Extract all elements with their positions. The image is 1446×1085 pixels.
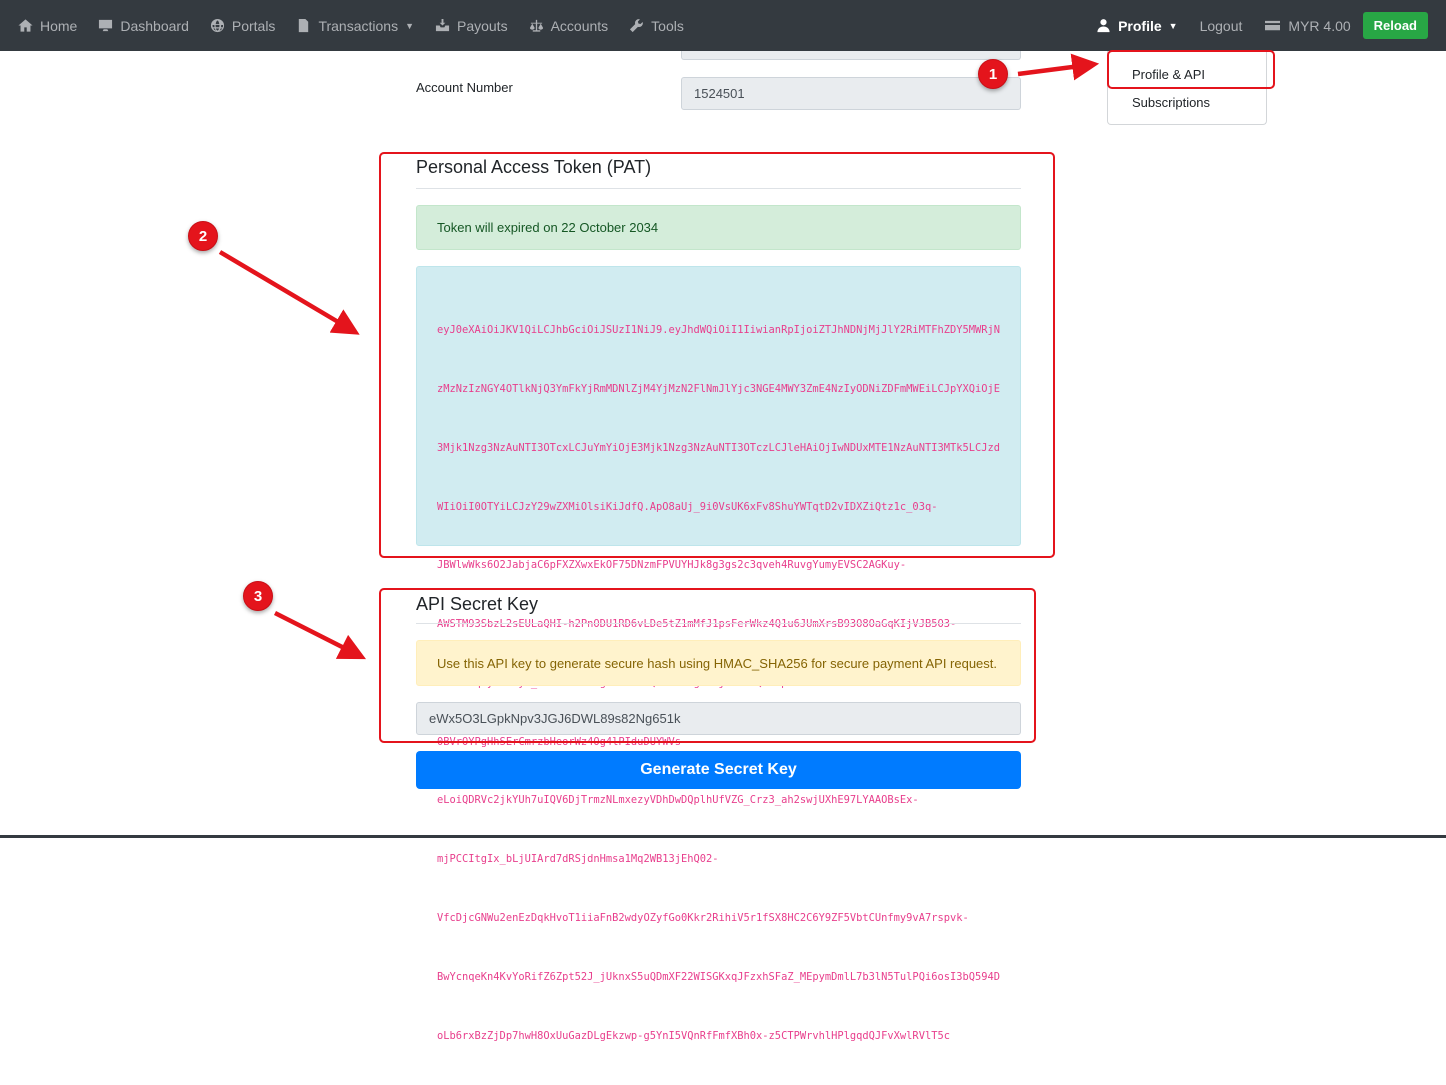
nav-transactions-label: Transactions bbox=[318, 17, 399, 34]
annotation-box-pat bbox=[379, 152, 1055, 558]
token-line: BwYcnqeKn4KvYoRifZ6Zpt52J_jUknxS5uQDmXF2… bbox=[437, 970, 1001, 983]
nav-accounts-label: Accounts bbox=[550, 17, 609, 34]
chevron-down-icon: ▼ bbox=[405, 20, 414, 31]
nav-transactions[interactable]: Transactions ▼ bbox=[296, 18, 414, 34]
previous-field-input[interactable] bbox=[681, 51, 1021, 60]
user-nav: Profile ▼ Logout MYR 4.00 Reload bbox=[1074, 0, 1428, 51]
annotation-arrow-3 bbox=[273, 610, 367, 660]
menu-item-subscriptions[interactable]: Subscriptions bbox=[1132, 95, 1210, 110]
annotation-badge-2: 2 bbox=[188, 221, 218, 251]
nav-home[interactable]: Home bbox=[18, 18, 77, 34]
nav-home-label: Home bbox=[40, 17, 78, 34]
nav-dashboard[interactable]: Dashboard bbox=[98, 18, 189, 34]
nav-payouts[interactable]: Payouts bbox=[435, 18, 508, 34]
reload-button[interactable]: Reload bbox=[1362, 12, 1428, 39]
token-line: VfcDjcGNWu2enEzDqkHvoT1iiaFnB2wdyOZyfGo0… bbox=[437, 912, 969, 924]
annotation-arrow-2 bbox=[218, 250, 360, 335]
annotation-badge-1: 1 bbox=[978, 59, 1008, 89]
token-line: mjPCCItgIx_bLjUIArd7dRSjdnHmsa1Mq2WB13jE… bbox=[437, 853, 719, 866]
token-line: JBWlwWks6O2JabjaC6pFXZXwxEkOF75DNzmFPVUY… bbox=[437, 559, 907, 572]
annotation-badge-3: 3 bbox=[243, 581, 273, 611]
top-navbar: Home Dashboard Portals Transactions ▼ Pa… bbox=[0, 0, 1446, 51]
balance-scale-icon bbox=[529, 18, 544, 33]
nav-tools[interactable]: Tools bbox=[629, 18, 684, 34]
chevron-down-icon: ▼ bbox=[1168, 20, 1178, 31]
account-number-label: Account Number bbox=[416, 80, 513, 95]
nav-balance[interactable]: MYR 4.00 bbox=[1264, 17, 1351, 34]
annotation-arrow-1 bbox=[1017, 53, 1100, 81]
nav-portals-label: Portals bbox=[231, 17, 276, 34]
generate-secret-key-button[interactable]: Generate Secret Key bbox=[416, 751, 1021, 789]
annotation-box-profile-api bbox=[1107, 50, 1275, 89]
nav-logout-label: Logout bbox=[1199, 17, 1243, 34]
home-icon bbox=[18, 18, 33, 33]
credit-card-icon bbox=[1264, 18, 1281, 33]
nav-dashboard-label: Dashboard bbox=[120, 17, 189, 34]
nav-payouts-label: Payouts bbox=[456, 17, 508, 34]
nav-balance-label: MYR 4.00 bbox=[1288, 17, 1351, 34]
nav-accounts[interactable]: Accounts bbox=[529, 17, 609, 34]
wrench-icon bbox=[629, 18, 644, 33]
annotation-box-api-secret bbox=[379, 588, 1036, 743]
nav-profile-label: Profile bbox=[1118, 17, 1162, 34]
monitor-icon bbox=[98, 18, 113, 33]
user-icon bbox=[1096, 18, 1111, 33]
globe-icon bbox=[210, 18, 225, 33]
token-line: oLb6rxBzZjDp7hwH8OxUuGazDLgEkzwp-g5YnI5V… bbox=[437, 1029, 950, 1042]
token-line: eLoiQDRVc2jkYUh7uIQV6DjTrmzNLmxezyVDhDwD… bbox=[437, 794, 919, 807]
main-nav: Home Dashboard Portals Transactions ▼ Pa… bbox=[18, 18, 705, 34]
inbox-icon bbox=[435, 18, 450, 33]
nav-portals[interactable]: Portals bbox=[210, 17, 276, 34]
nav-tools-label: Tools bbox=[651, 17, 684, 34]
account-number-value: 1524501 bbox=[694, 86, 745, 101]
nav-profile[interactable]: Profile ▼ bbox=[1096, 18, 1178, 34]
document-icon bbox=[296, 18, 311, 33]
nav-logout[interactable]: Logout bbox=[1200, 18, 1243, 34]
account-number-field[interactable]: 1524501 bbox=[681, 77, 1021, 110]
